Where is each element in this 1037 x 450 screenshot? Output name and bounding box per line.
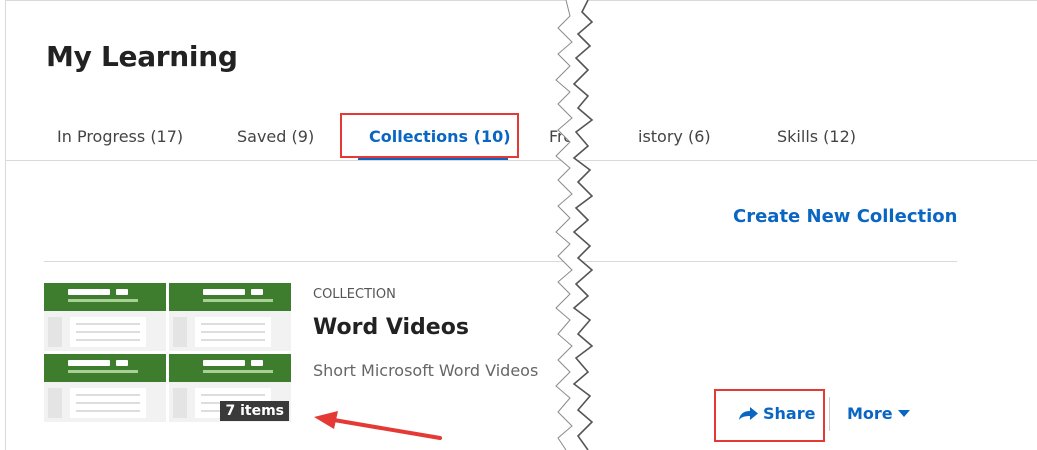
- tab-in-progress[interactable]: In Progress (17): [57, 127, 183, 146]
- create-new-collection-link[interactable]: Create New Collection: [733, 206, 957, 227]
- annotation-arrow: [314, 411, 442, 440]
- caret-down-icon: [897, 410, 910, 417]
- tab-history-partial[interactable]: istory (6): [638, 127, 711, 146]
- more-label: More: [847, 404, 893, 423]
- section-divider: [44, 261, 957, 262]
- share-button[interactable]: Share: [737, 404, 815, 423]
- collection-kind-label: COLLECTION: [313, 287, 396, 302]
- share-arrow-icon: [739, 407, 758, 420]
- tab-collections[interactable]: Collections (10): [369, 127, 511, 146]
- collection-description: Short Microsoft Word Videos: [313, 361, 539, 380]
- collection-title[interactable]: Word Videos: [313, 315, 469, 340]
- thumbnail-tile: [44, 283, 166, 351]
- thumbnail-tile: [44, 354, 166, 422]
- share-label: Share: [763, 404, 816, 423]
- torn-edge-divider: [555, 0, 594, 450]
- thumbnail-tile: [169, 283, 291, 351]
- tabs-divider: [6, 160, 1037, 161]
- collection-thumbnail[interactable]: 7 items: [44, 283, 292, 423]
- tab-skills[interactable]: Skills (12): [777, 127, 856, 146]
- items-count-badge: 7 items: [220, 401, 289, 421]
- tab-saved[interactable]: Saved (9): [237, 127, 314, 146]
- page-title: My Learning: [46, 40, 238, 73]
- more-button[interactable]: More: [847, 404, 910, 423]
- button-separator: [829, 397, 830, 431]
